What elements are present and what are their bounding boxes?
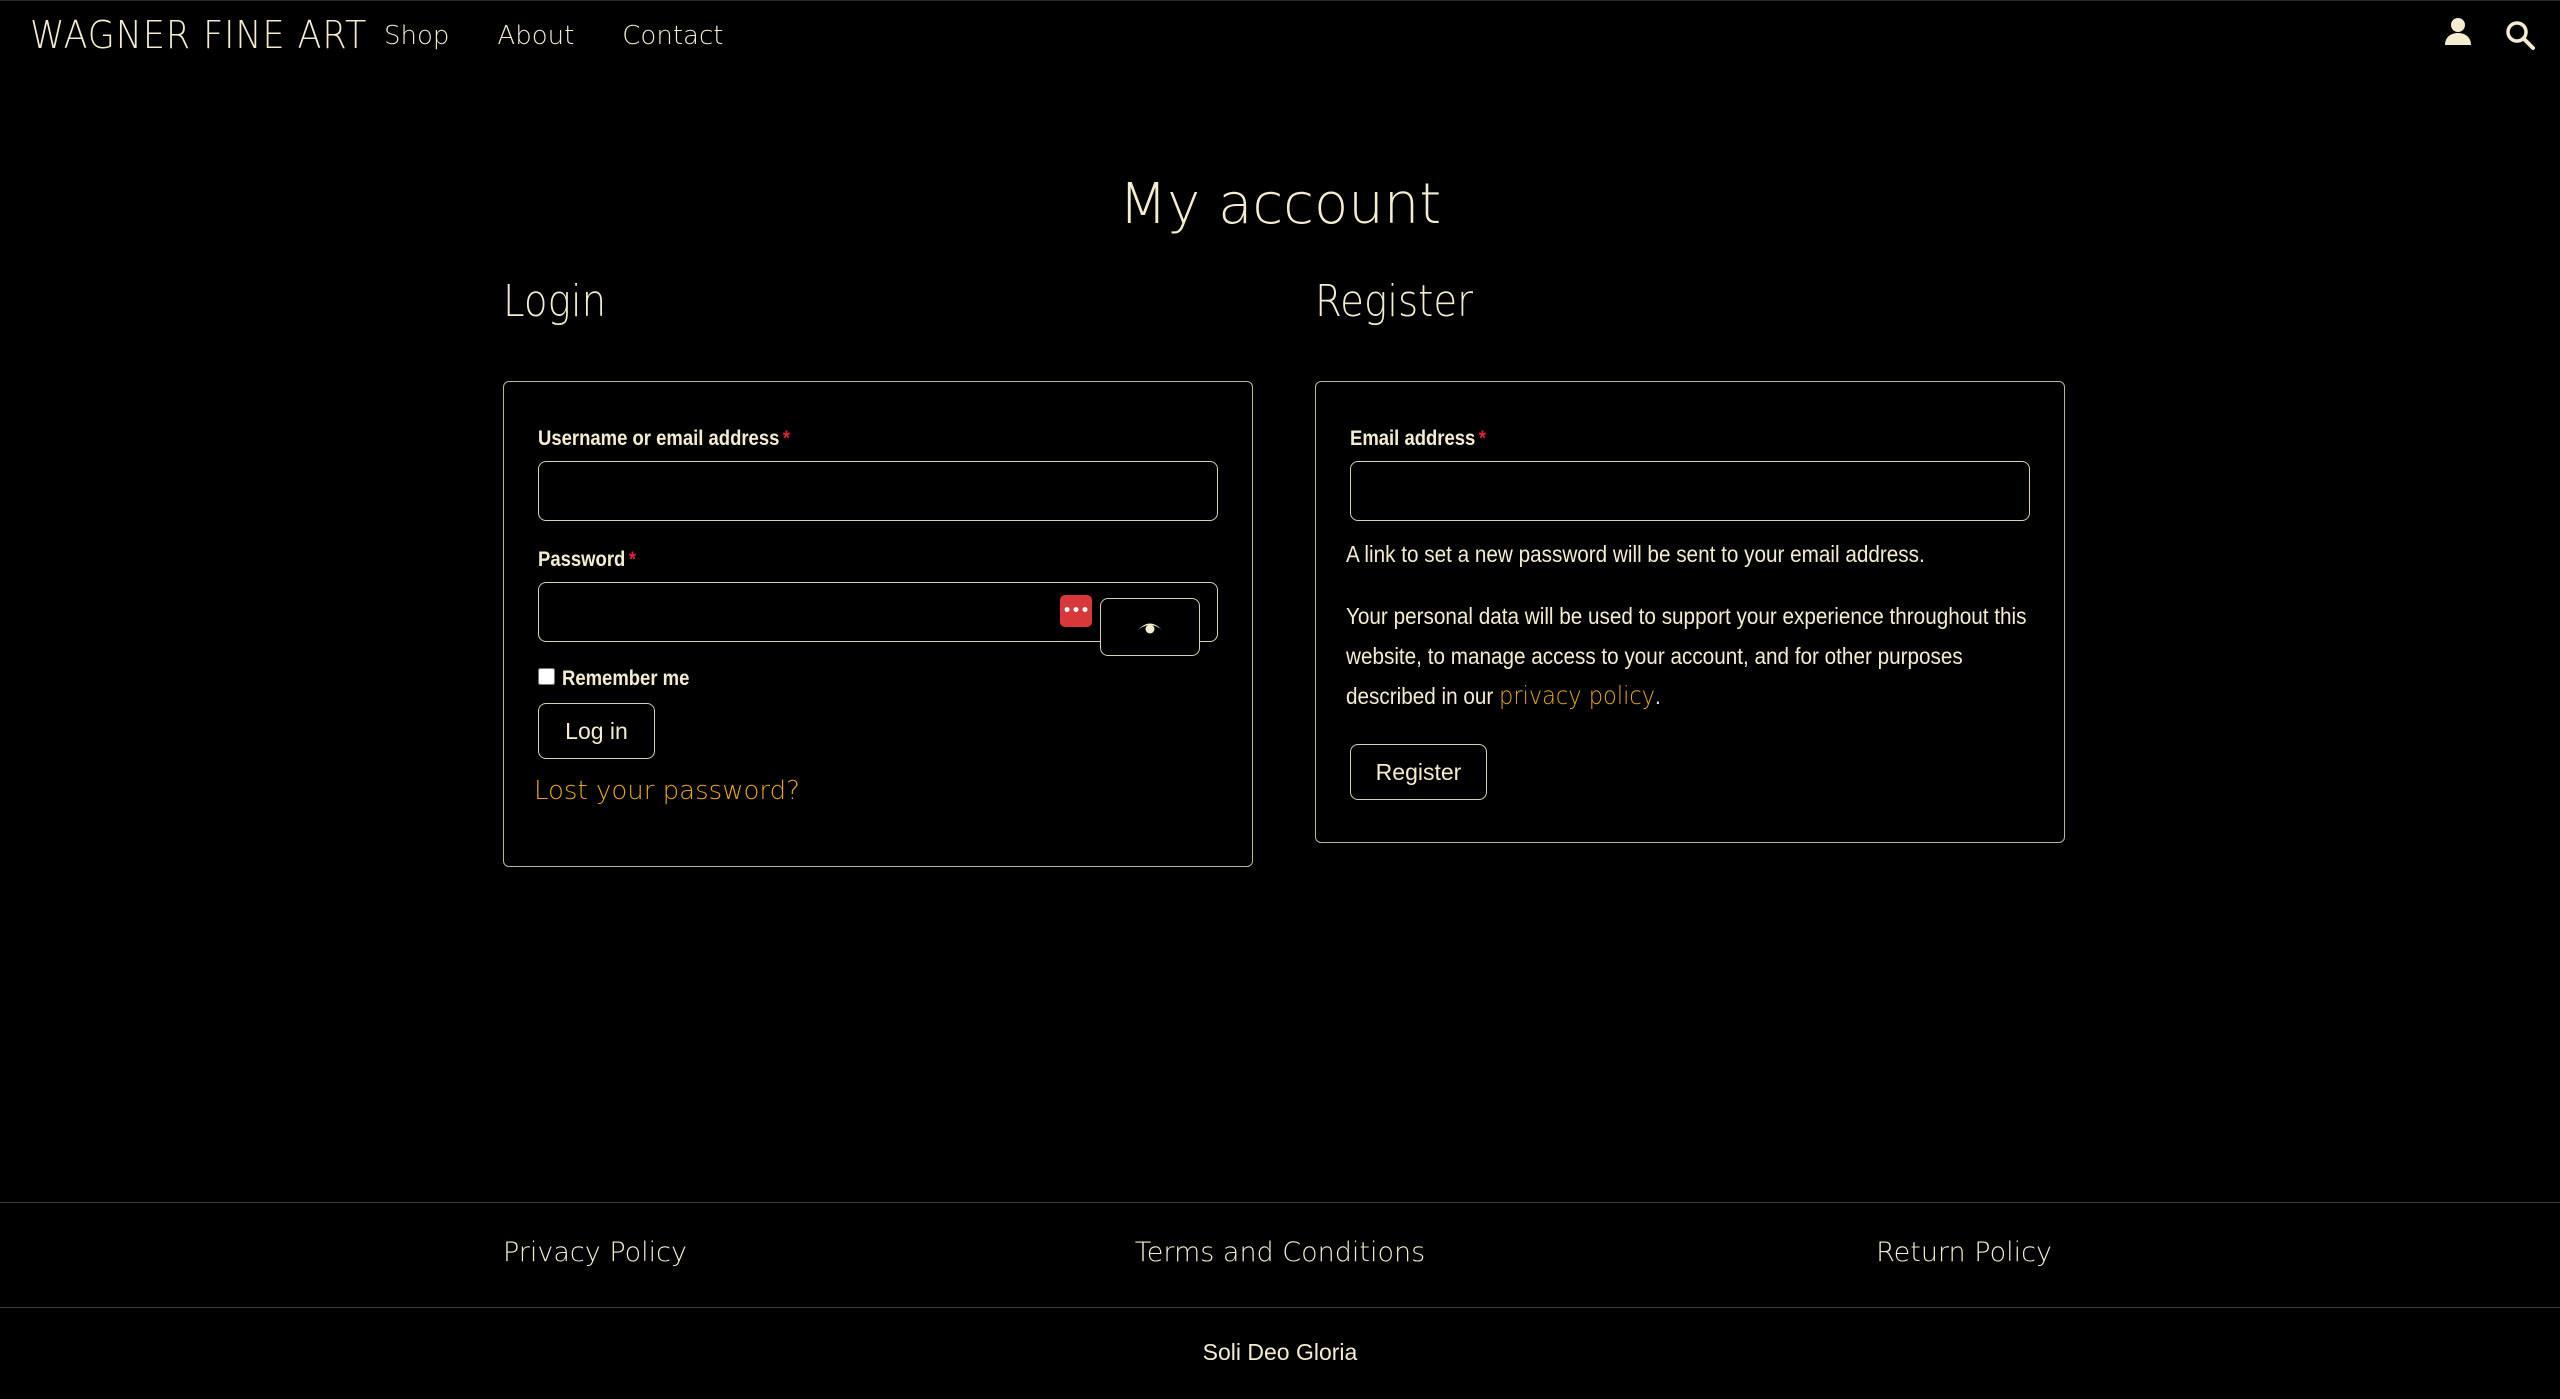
footer-nav: Privacy Policy Terms and Conditions Retu… xyxy=(0,1202,2560,1308)
site-header: WAGNER FINE ART Shop About Contact xyxy=(0,0,2560,72)
password-label: Password * xyxy=(538,548,637,571)
register-button-label: Register xyxy=(1375,758,1462,785)
required-mark: * xyxy=(628,548,637,571)
show-password-button[interactable] xyxy=(1100,598,1200,656)
username-input[interactable] xyxy=(538,461,1218,521)
nav-item-shop[interactable]: Shop xyxy=(384,21,449,51)
register-button[interactable]: Register xyxy=(1350,744,1487,800)
privacy-notice: Your personal data will be used to suppo… xyxy=(1346,603,2027,710)
register-form: Email address * A link to set a new passw… xyxy=(1315,381,2065,843)
login-form: Username or email address * Password * •••… xyxy=(503,381,1253,867)
search-icon[interactable] xyxy=(2502,17,2538,53)
email-label: Email address * xyxy=(1350,427,1487,450)
footer-link-return-policy[interactable]: Return Policy xyxy=(1876,1237,2052,1268)
page-title: My account xyxy=(1118,172,1442,237)
login-button-label: Log in xyxy=(565,717,628,744)
remember-me-checkbox[interactable] xyxy=(538,668,555,685)
footer-link-privacy-policy[interactable]: Privacy Policy xyxy=(503,1237,687,1268)
required-mark: * xyxy=(782,427,791,450)
lost-password-link[interactable]: Lost your password? xyxy=(534,776,800,806)
remember-me-label: Remember me xyxy=(562,667,690,690)
email-input[interactable] xyxy=(1350,461,2030,521)
required-mark: * xyxy=(1478,427,1487,450)
footer-link-terms[interactable]: Terms and Conditions xyxy=(1135,1237,1425,1268)
site-logo[interactable]: WAGNER FINE ART xyxy=(30,13,367,57)
main-nav: Shop About Contact xyxy=(384,21,723,51)
user-icon[interactable] xyxy=(2440,13,2476,49)
nav-item-contact[interactable]: Contact xyxy=(622,21,723,51)
password-manager-icon[interactable]: ••• xyxy=(1060,595,1092,627)
login-button[interactable]: Log in xyxy=(538,703,655,759)
username-label: Username or email address * xyxy=(538,427,791,450)
login-heading: Login xyxy=(503,276,607,327)
footer-copyright: Soli Deo Gloria xyxy=(1202,1339,1358,1365)
privacy-policy-link[interactable]: privacy policy xyxy=(1499,681,1655,710)
nav-item-about[interactable]: About xyxy=(497,21,574,51)
eye-icon xyxy=(1138,623,1162,634)
password-link-info: A link to set a new password will be sen… xyxy=(1346,541,1925,567)
register-heading: Register xyxy=(1315,276,1474,327)
